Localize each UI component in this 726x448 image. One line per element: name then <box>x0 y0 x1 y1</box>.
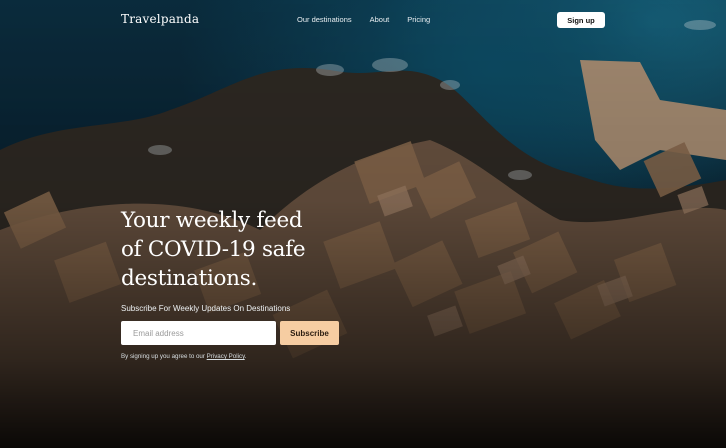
nav-links: Our destinations About Pricing <box>297 15 430 24</box>
hero-subtitle: Subscribe For Weekly Updates On Destinat… <box>121 304 291 313</box>
signup-disclaimer: By signing up you agree to our Privacy P… <box>121 353 246 360</box>
nav-link-our-destinations[interactable]: Our destinations <box>297 15 352 24</box>
hero-headline: Your weekly feed of COVID-19 safe destin… <box>121 206 381 293</box>
email-input[interactable] <box>121 321 276 345</box>
brand-logo[interactable]: Travelpanda <box>121 12 199 26</box>
top-navigation: Travelpanda Our destinations About Prici… <box>0 0 726 40</box>
headline-line-2: of COVID-19 safe <box>121 237 306 262</box>
headline-line-3: destinations. <box>121 266 257 291</box>
disclaimer-suffix: . <box>244 353 247 360</box>
privacy-policy-link[interactable]: Privacy Policy <box>207 353 245 360</box>
subscribe-button[interactable]: Subscribe <box>280 321 339 345</box>
signup-button[interactable]: Sign up <box>557 12 605 28</box>
nav-link-pricing[interactable]: Pricing <box>407 15 430 24</box>
disclaimer-text: By signing up you agree to our <box>121 353 207 360</box>
headline-line-1: Your weekly feed <box>121 208 303 233</box>
nav-link-about[interactable]: About <box>370 15 390 24</box>
